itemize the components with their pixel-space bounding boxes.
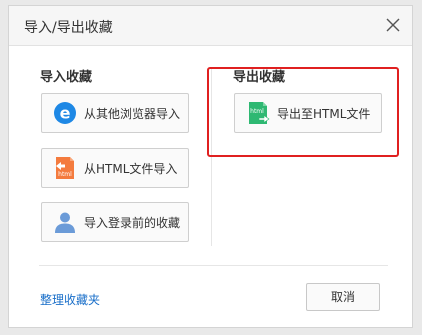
dialog-titlebar: 导入/导出收藏 [9,6,412,46]
export-to-html-button[interactable]: html 导出至HTML文件 [234,93,382,133]
import-from-html-button[interactable]: html 从HTML文件导入 [41,148,189,188]
manage-favorites-link[interactable]: 整理收藏夹 [40,291,100,308]
svg-text:html: html [250,108,264,115]
svg-text:e: e [60,104,71,123]
import-from-browser-button[interactable]: e 从其他浏览器导入 [41,93,189,133]
cancel-button[interactable]: 取消 [306,283,380,311]
html-file-export-icon: html [246,101,270,125]
import-export-dialog: 导入/导出收藏 导入收藏 导出收藏 e 从其他浏览器导入 html 从HTML文… [8,5,413,328]
export-to-html-label: 导出至HTML文件 [277,107,371,121]
import-from-browser-label: 从其他浏览器导入 [84,107,181,121]
user-icon [53,210,77,234]
html-file-import-icon: html [53,156,77,180]
ie-browser-icon: e [53,101,77,125]
import-pre-login-button[interactable]: 导入登录前的收藏 [41,202,189,242]
export-section-title: 导出收藏 [233,70,286,85]
import-pre-login-label: 导入登录前的收藏 [84,216,181,230]
dialog-title: 导入/导出收藏 [24,20,113,36]
close-icon[interactable] [384,16,402,34]
import-from-html-label: 从HTML文件导入 [84,162,178,176]
footer-divider [39,265,388,266]
import-section-title: 导入收藏 [40,70,93,85]
vertical-divider [211,68,212,246]
svg-text:html: html [58,171,72,178]
